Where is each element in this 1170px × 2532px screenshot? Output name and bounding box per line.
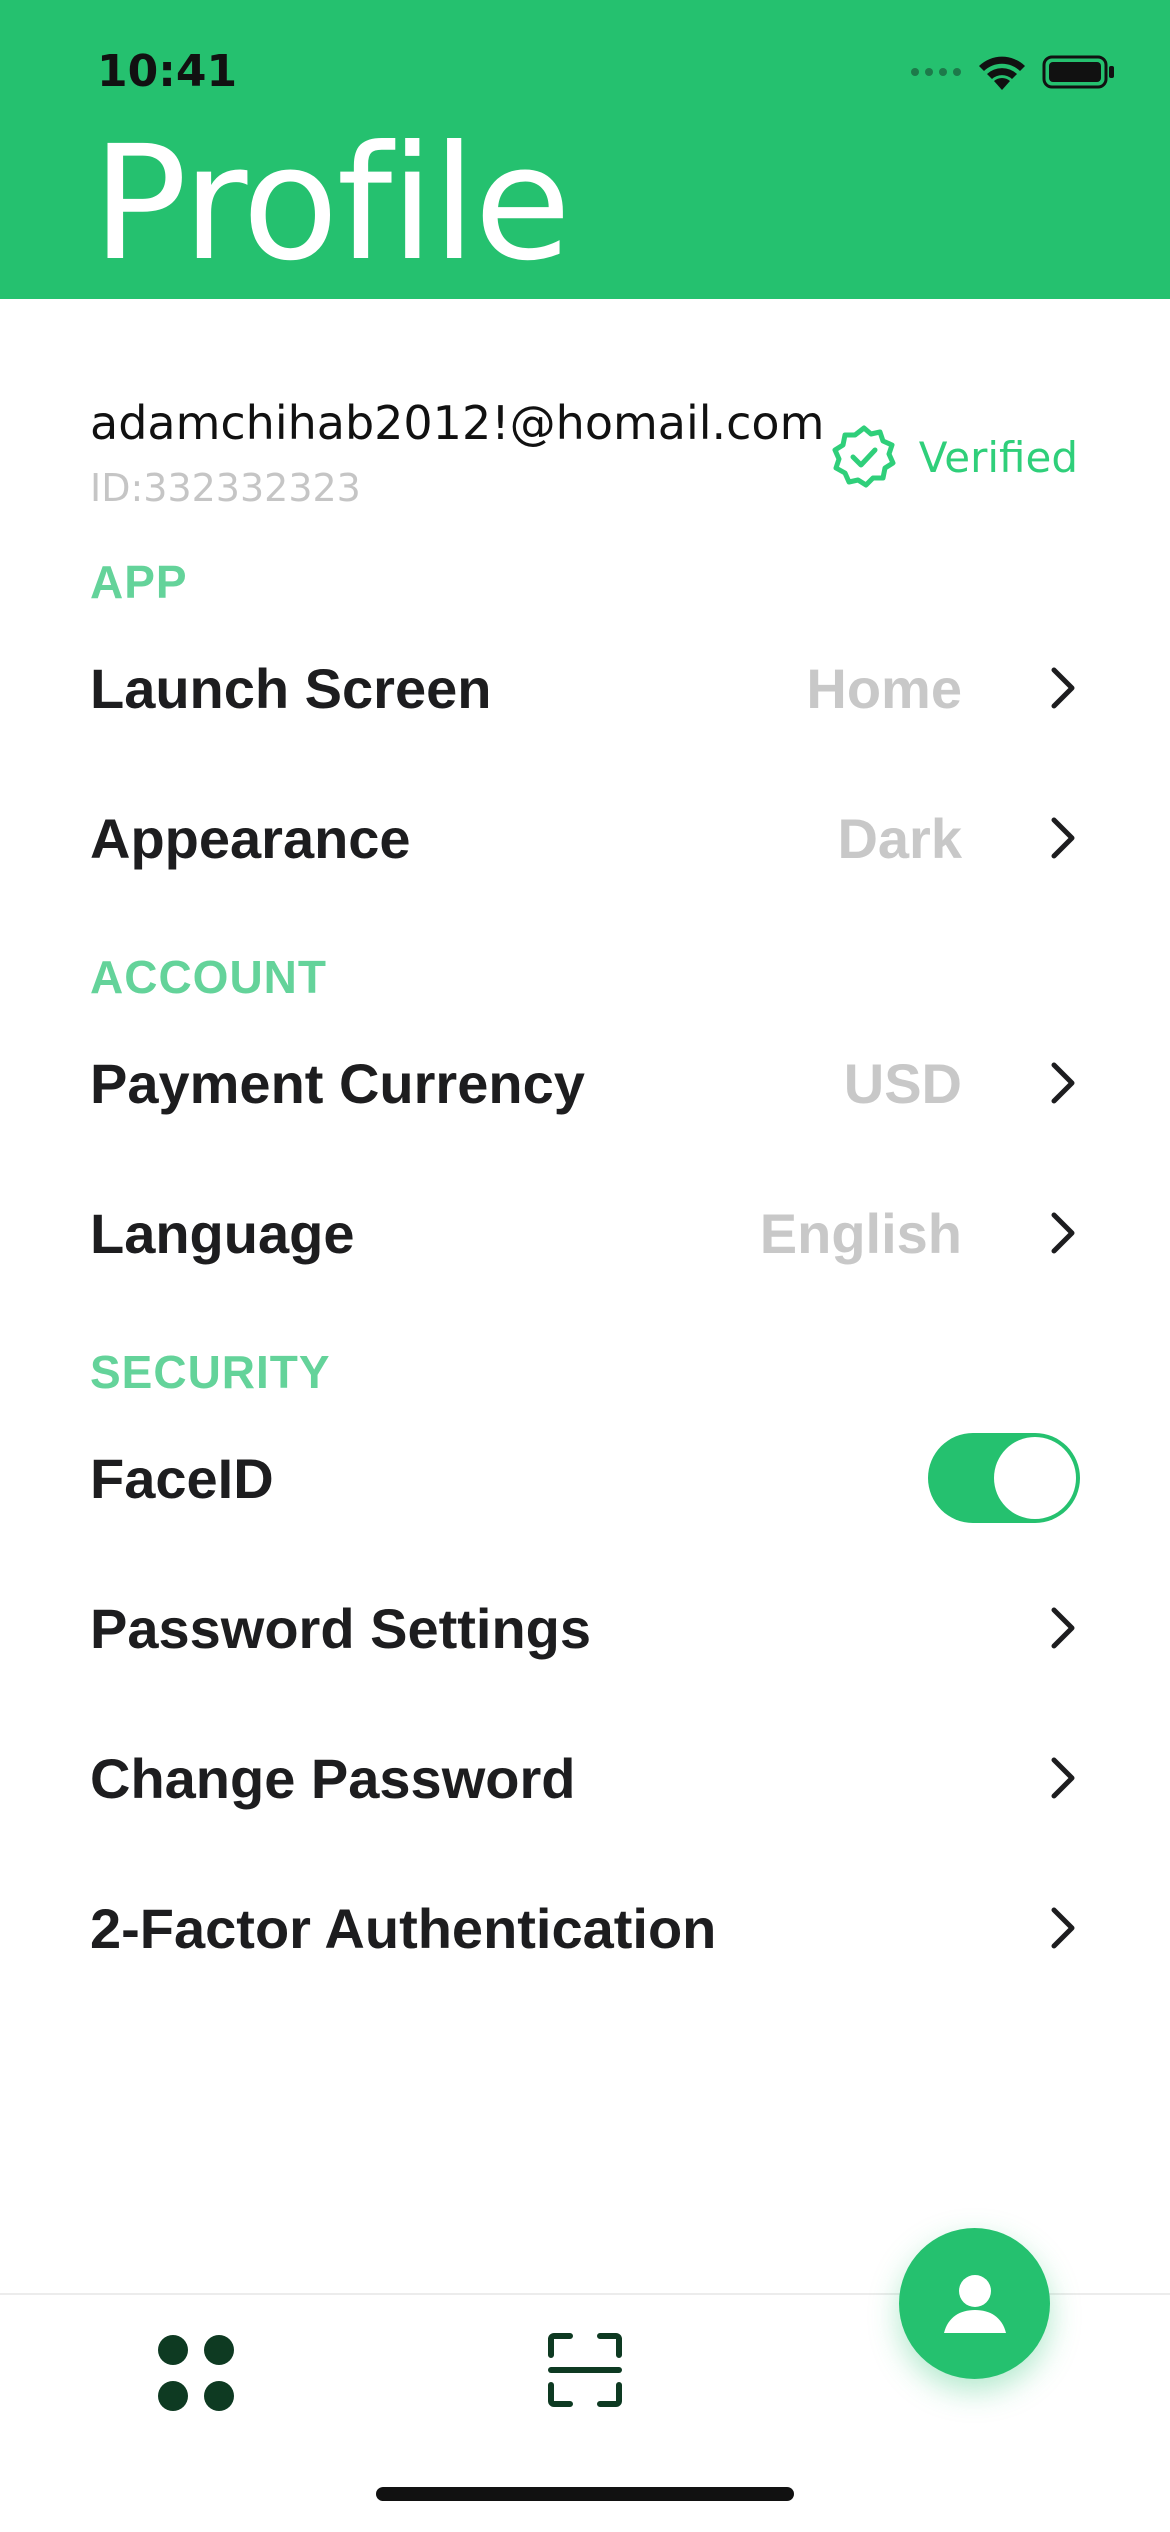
password-settings-label: Password Settings (90, 1596, 592, 1660)
launch-screen-row[interactable]: Launch Screen Home (90, 633, 1080, 743)
chevron-right-icon (1046, 1058, 1080, 1108)
appearance-row[interactable]: Appearance Dark (90, 783, 1080, 893)
verified-badge: Verified (831, 420, 1078, 494)
status-time: 10:41 (97, 46, 238, 97)
tab-scan[interactable] (548, 2333, 622, 2407)
payment-currency-label: Payment Currency (90, 1051, 585, 1115)
wifi-icon (979, 56, 1025, 90)
language-row[interactable]: Language English (90, 1178, 1080, 1288)
tab-profile-button[interactable] (899, 2228, 1050, 2379)
tab-apps[interactable] (156, 2333, 236, 2413)
chevron-right-icon (1046, 1208, 1080, 1258)
scan-icon (548, 2333, 622, 2407)
section-title-app: APP (90, 556, 188, 608)
payment-currency-row[interactable]: Payment Currency USD (90, 1028, 1080, 1138)
chevron-right-icon (1046, 663, 1080, 713)
face-id-row: FaceID (90, 1423, 1080, 1533)
change-password-row[interactable]: Change Password (90, 1723, 1080, 1833)
signal-icon (911, 68, 961, 76)
battery-icon (1042, 55, 1114, 89)
verified-badge-icon (832, 425, 896, 488)
toggle-knob (994, 1437, 1076, 1519)
password-settings-row[interactable]: Password Settings (90, 1573, 1080, 1683)
two-factor-row[interactable]: 2-Factor Authentication (90, 1873, 1080, 1983)
status-icons (910, 52, 1116, 92)
face-id-toggle[interactable] (928, 1433, 1080, 1523)
language-value: English (759, 1201, 962, 1265)
launch-screen-label: Launch Screen (90, 656, 492, 720)
apps-grid-icon (158, 2335, 234, 2411)
language-label: Language (90, 1201, 355, 1265)
chevron-right-icon (1046, 1903, 1080, 1953)
chevron-right-icon (1046, 1603, 1080, 1653)
verified-label: Verified (918, 432, 1078, 482)
launch-screen-value: Home (806, 656, 962, 720)
profile-icon (943, 2274, 1006, 2333)
chevron-right-icon (1046, 1753, 1080, 1803)
change-password-label: Change Password (90, 1746, 576, 1810)
page-title: Profile (92, 112, 571, 296)
appearance-label: Appearance (90, 806, 411, 870)
account-email: adamchihab2012!@homail.com (90, 396, 825, 450)
section-title-security: SECURITY (90, 1346, 331, 1398)
payment-currency-value: USD (843, 1051, 962, 1115)
home-indicator (376, 2487, 794, 2501)
section-title-account: ACCOUNT (90, 951, 327, 1003)
chevron-right-icon (1046, 813, 1080, 863)
face-id-label: FaceID (90, 1446, 274, 1510)
appearance-value: Dark (837, 806, 962, 870)
two-factor-label: 2-Factor Authentication (90, 1896, 717, 1960)
account-id: ID:332332323 (90, 466, 361, 510)
header: 10:41 Profile (0, 0, 1170, 299)
